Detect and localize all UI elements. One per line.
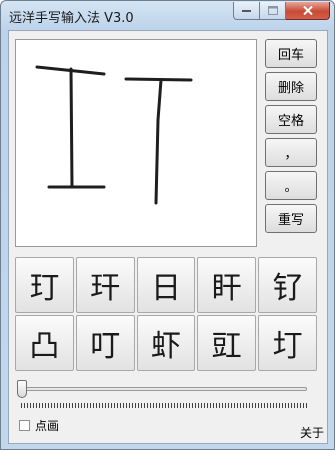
rewrite-button[interactable]: 重写 — [265, 204, 317, 233]
candidate-button[interactable]: 圢 — [258, 315, 317, 371]
candidate-button[interactable]: 玕 — [75, 257, 135, 313]
stroke-top-right — [124, 77, 193, 82]
speed-slider-thumb[interactable] — [17, 380, 27, 398]
slider-ticks — [21, 403, 307, 408]
handwriting-strokes — [35, 65, 193, 205]
minimize-button[interactable] — [233, 2, 260, 20]
speed-slider-track[interactable] — [19, 387, 307, 391]
dot-stroke-option[interactable]: 点画 — [19, 417, 59, 434]
period-button[interactable]: 。 — [265, 171, 317, 200]
candidate-button[interactable]: 凸 — [15, 315, 74, 371]
candidate-button[interactable]: 虾 — [136, 315, 196, 371]
candidate-button[interactable]: 玎 — [15, 257, 74, 313]
candidate-button[interactable]: 盰 — [197, 257, 257, 313]
title-bar[interactable]: 远洋手写输入法 V3.0 — [1, 1, 334, 29]
dot-stroke-checkbox[interactable] — [19, 420, 30, 431]
stroke-vertical-right — [154, 78, 163, 205]
close-button[interactable] — [286, 2, 330, 20]
caption-buttons — [233, 2, 330, 20]
candidate-button[interactable]: 叮 — [75, 315, 135, 371]
window-title: 远洋手写输入法 V3.0 — [9, 11, 134, 26]
stroke-vertical-left — [69, 67, 74, 189]
maximize-button[interactable] — [260, 2, 286, 20]
ime-window: 远洋手写输入法 V3.0 回车 删除 空格 ， 。 重写 玎 玕 日 盰 钌 凸… — [0, 0, 335, 450]
candidate-button[interactable]: 钌 — [258, 257, 317, 313]
candidate-button[interactable]: 豇 — [197, 315, 257, 371]
enter-button[interactable]: 回车 — [265, 39, 317, 68]
client-area: 回车 删除 空格 ， 。 重写 玎 玕 日 盰 钌 凸 叮 虾 豇 圢 点画 关… — [8, 30, 328, 444]
about-button[interactable]: 关于 — [297, 422, 327, 442]
minimize-icon — [241, 9, 251, 12]
maximize-icon — [267, 6, 278, 15]
handwriting-canvas[interactable] — [15, 39, 257, 247]
candidate-grid: 玎 玕 日 盰 钌 凸 叮 虾 豇 圢 — [15, 257, 317, 371]
dot-stroke-label: 点画 — [35, 419, 60, 433]
delete-button[interactable]: 删除 — [265, 72, 317, 101]
candidate-button[interactable]: 日 — [136, 257, 196, 313]
close-icon — [302, 6, 313, 15]
space-button[interactable]: 空格 — [265, 105, 317, 134]
comma-button[interactable]: ， — [265, 138, 317, 167]
